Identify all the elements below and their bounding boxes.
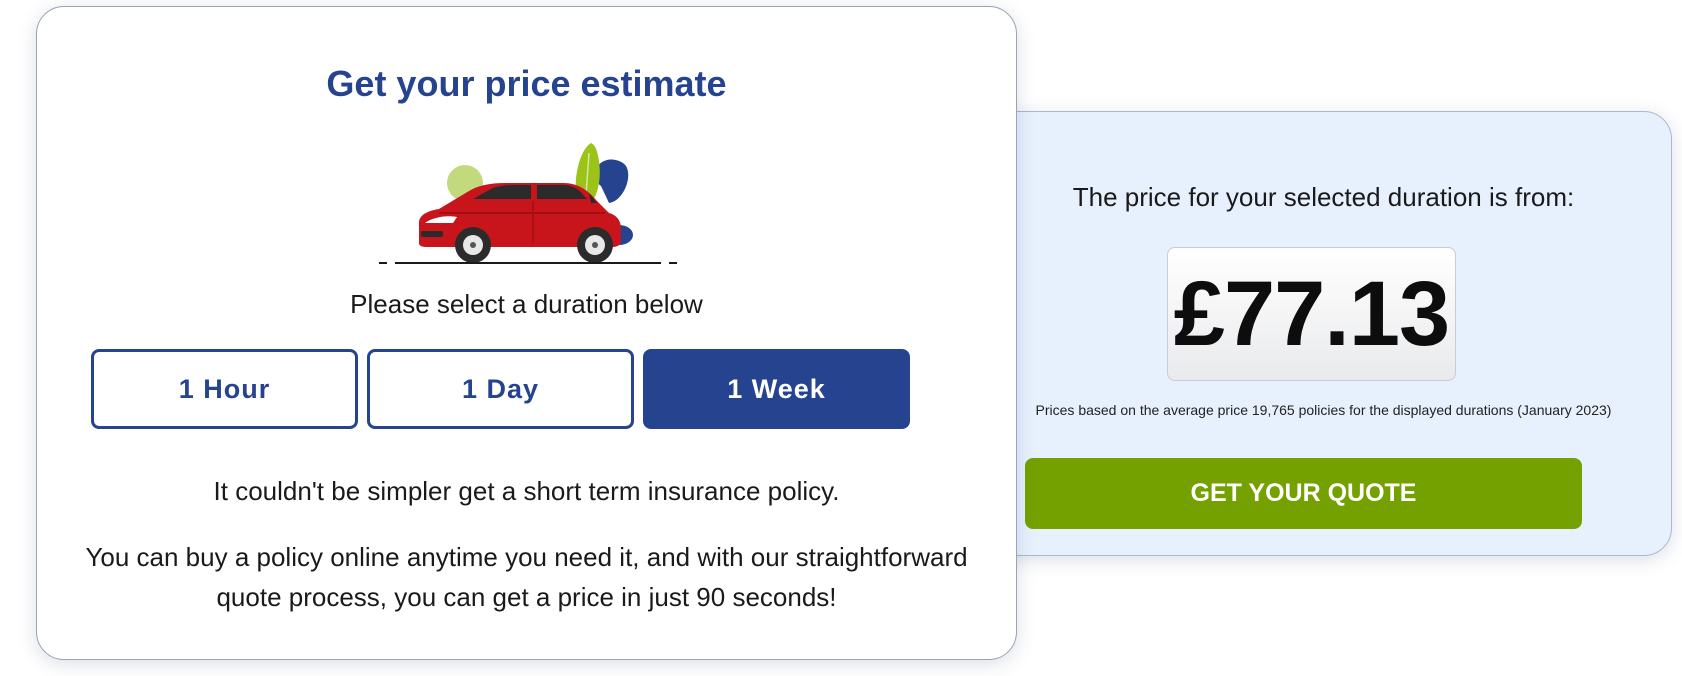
intro-text: It couldn't be simpler get a short term … (213, 476, 840, 506)
price-label: The price for your selected duration is … (1072, 182, 1575, 212)
price-estimate-widget: The price for your selected duration is … (0, 0, 1682, 676)
estimator-card: Get your price estimate Please select a … (36, 6, 1017, 660)
price-display: £77.13 (1167, 247, 1456, 381)
price-disclaimer: Prices based on the average price 19,765… (1035, 402, 1612, 418)
red-car-icon (373, 131, 683, 267)
price-panel: The price for your selected duration is … (975, 111, 1672, 556)
page-title: Get your price estimate (326, 63, 727, 104)
duration-option-1-day[interactable]: 1 Day (367, 349, 634, 429)
duration-prompt: Please select a duration below (350, 289, 703, 319)
body-text: You can buy a policy online anytime you … (85, 542, 968, 612)
duration-option-1-week[interactable]: 1 Week (643, 349, 910, 429)
duration-option-1-hour[interactable]: 1 Hour (91, 349, 358, 429)
get-quote-button[interactable]: GET YOUR QUOTE (1025, 458, 1582, 529)
